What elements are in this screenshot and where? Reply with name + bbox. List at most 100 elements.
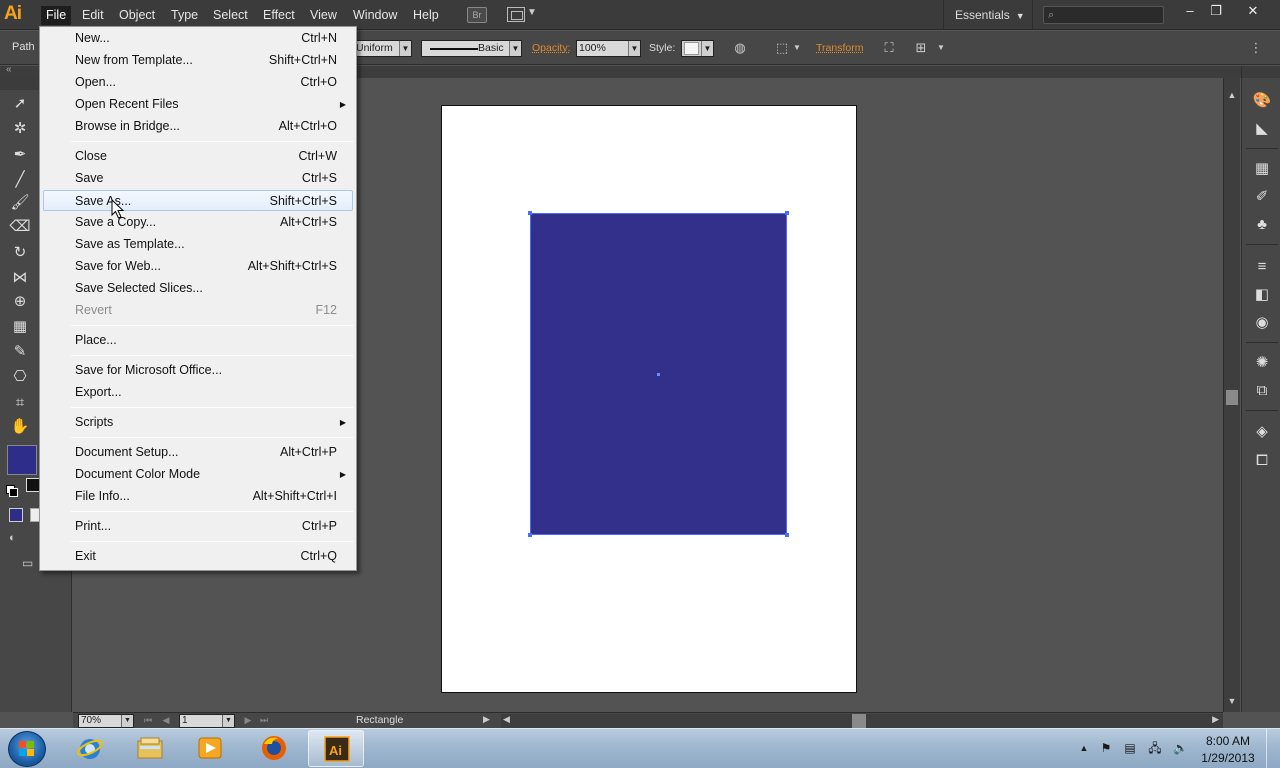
taskbar-firefox[interactable]: [246, 730, 302, 767]
gradient-panel-icon[interactable]: ◧: [1251, 284, 1273, 306]
selection-handle[interactable]: [785, 533, 789, 537]
next-artboard-icon[interactable]: ▶: [241, 714, 255, 727]
show-hidden-icons-icon[interactable]: ▲: [1077, 741, 1091, 755]
menu-item-open[interactable]: Open... Ctrl+O: [43, 72, 353, 93]
menu-view[interactable]: View: [305, 6, 342, 25]
variable-width-profile-select[interactable]: Uniform ▼: [352, 40, 412, 57]
hand-tool-icon[interactable]: ✋: [9, 416, 31, 438]
menu-item-save-for-microsoft-office[interactable]: Save for Microsoft Office...: [43, 360, 353, 381]
menu-item-new-from-template[interactable]: New from Template... Shift+Ctrl+N: [43, 50, 353, 71]
screen-mode-icon[interactable]: ▭: [22, 556, 40, 572]
first-artboard-icon[interactable]: ⏮: [141, 714, 155, 727]
search-input[interactable]: ⌕: [1043, 6, 1164, 24]
menu-item-scripts[interactable]: Scripts ▶: [43, 412, 353, 433]
menu-item-place[interactable]: Place...: [43, 330, 353, 351]
opacity-link[interactable]: Opacity:: [532, 42, 571, 54]
menu-edit[interactable]: Edit: [77, 6, 109, 25]
transparency-panel-icon[interactable]: ◉: [1251, 312, 1273, 334]
bridge-button[interactable]: Br: [467, 7, 487, 23]
scroll-left-icon[interactable]: ◀: [503, 714, 510, 725]
artboard-number-select[interactable]: 1 ▼: [179, 714, 235, 728]
action-center-flag-icon[interactable]: ⚑: [1099, 741, 1113, 755]
scroll-down-icon[interactable]: ▼: [1227, 696, 1237, 706]
rotate-tool-icon[interactable]: ↻: [9, 242, 31, 264]
chevron-down-icon[interactable]: ▼: [932, 39, 950, 57]
device-icon[interactable]: ▤: [1123, 741, 1137, 755]
symbols-panel-icon[interactable]: ♣: [1251, 214, 1273, 236]
minimize-button[interactable]: –: [1178, 2, 1202, 20]
swatches-panel-icon[interactable]: ▦: [1251, 158, 1273, 180]
fill-color-swatch[interactable]: [7, 445, 37, 475]
zoom-level-select[interactable]: 70% ▼: [78, 714, 134, 728]
taskbar-media-player[interactable]: [182, 730, 238, 767]
clock-date[interactable]: 1/29/2013: [1198, 751, 1258, 765]
graphic-style-select[interactable]: ▼: [681, 40, 714, 57]
stroke-panel-icon[interactable]: ≡: [1251, 256, 1273, 278]
color-guide-panel-icon[interactable]: ◣: [1251, 118, 1273, 140]
appearance-panel-icon[interactable]: ✺: [1251, 352, 1273, 374]
menu-item-save-as[interactable]: Save As... Shift+Ctrl+S: [43, 190, 353, 211]
drawing-mode-icon[interactable]: ◐: [9, 532, 25, 546]
menu-item-document-setup[interactable]: Document Setup... Alt+Ctrl+P: [43, 442, 353, 463]
last-artboard-icon[interactable]: ⏭: [257, 714, 271, 727]
vertical-scrollbar[interactable]: ▲ ▼: [1223, 78, 1240, 712]
eraser-tool-icon[interactable]: ⌫: [9, 216, 31, 238]
selection-handle[interactable]: [528, 211, 532, 215]
status-menu-icon[interactable]: ▶: [483, 714, 490, 725]
clock-time[interactable]: 8:00 AM: [1198, 734, 1258, 748]
restore-button[interactable]: ❐: [1204, 2, 1228, 20]
default-fill-stroke-icon[interactable]: [6, 485, 18, 497]
menu-item-save-a-copy[interactable]: Save a Copy... Alt+Ctrl+S: [43, 212, 353, 233]
scroll-right-icon[interactable]: ▶: [1212, 714, 1219, 725]
menu-item-open-recent[interactable]: Open Recent Files ▶: [43, 94, 353, 115]
color-mode-button[interactable]: [9, 508, 23, 522]
workspace-switcher[interactable]: Essentials ▼: [943, 0, 1033, 30]
width-tool-icon[interactable]: ⋈: [9, 267, 31, 289]
color-panel-icon[interactable]: 🎨: [1251, 90, 1273, 112]
menu-item-document-color-mode[interactable]: Document Color Mode ▶: [43, 464, 353, 485]
mesh-tool-icon[interactable]: ▦: [9, 316, 31, 338]
menu-type[interactable]: Type: [166, 6, 203, 25]
graphic-styles-panel-icon[interactable]: ⧉: [1251, 380, 1273, 402]
taskbar-windows-explorer[interactable]: [122, 730, 178, 767]
stroke-color-swatch[interactable]: [26, 478, 40, 492]
menu-select[interactable]: Select: [208, 6, 253, 25]
artboard-tool-icon[interactable]: ⌗: [9, 392, 31, 414]
isolate-selected-icon[interactable]: ⛶: [880, 39, 898, 57]
menu-item-save-as-template[interactable]: Save as Template...: [43, 234, 353, 255]
network-icon[interactable]: 🖧: [1148, 741, 1162, 755]
menu-item-close[interactable]: Close Ctrl+W: [43, 146, 353, 167]
volume-icon[interactable]: 🔈: [1173, 741, 1188, 755]
artboards-panel-icon[interactable]: ⧠: [1251, 450, 1273, 472]
brushes-panel-icon[interactable]: ✐: [1251, 186, 1273, 208]
menu-item-save-selected-slices[interactable]: Save Selected Slices...: [43, 278, 353, 299]
pen-tool-icon[interactable]: ✒: [9, 144, 31, 166]
scroll-up-icon[interactable]: ▲: [1227, 90, 1237, 100]
menu-item-exit[interactable]: Exit Ctrl+Q: [43, 546, 353, 567]
menu-help[interactable]: Help: [408, 6, 444, 25]
chevron-down-icon[interactable]: ▼: [788, 39, 806, 57]
selection-handle[interactable]: [785, 211, 789, 215]
start-button[interactable]: [8, 731, 46, 767]
brush-definition-select[interactable]: Basic ▼: [421, 40, 522, 57]
menu-item-save[interactable]: Save Ctrl+S: [43, 168, 353, 189]
paintbrush-tool-icon[interactable]: 🖌: [9, 192, 31, 214]
document-setup-icon[interactable]: ⊞: [912, 39, 930, 57]
menu-item-new[interactable]: New... Ctrl+N: [43, 28, 353, 49]
show-desktop-button[interactable]: [1266, 729, 1280, 768]
horizontal-scrollbar[interactable]: ◀ ▶: [501, 714, 1223, 728]
selection-tool-icon[interactable]: ➚: [9, 93, 31, 115]
symbol-sprayer-tool-icon[interactable]: ⎔: [9, 366, 31, 388]
transform-link[interactable]: Transform: [816, 42, 863, 54]
menu-effect[interactable]: Effect: [258, 6, 300, 25]
panel-menu-icon[interactable]: ⋮: [1247, 39, 1265, 57]
menu-item-save-for-web[interactable]: Save for Web... Alt+Shift+Ctrl+S: [43, 256, 353, 277]
taskbar-illustrator[interactable]: Ai: [308, 730, 364, 767]
menu-window[interactable]: Window: [348, 6, 402, 25]
selected-rectangle[interactable]: [528, 211, 789, 537]
opacity-input[interactable]: 100% ▼: [576, 40, 641, 57]
recolor-artwork-icon[interactable]: ◍: [731, 39, 749, 57]
shape-builder-tool-icon[interactable]: ⊕: [9, 291, 31, 313]
vertical-scroll-thumb[interactable]: [1226, 390, 1238, 405]
menu-file[interactable]: File: [41, 6, 72, 25]
